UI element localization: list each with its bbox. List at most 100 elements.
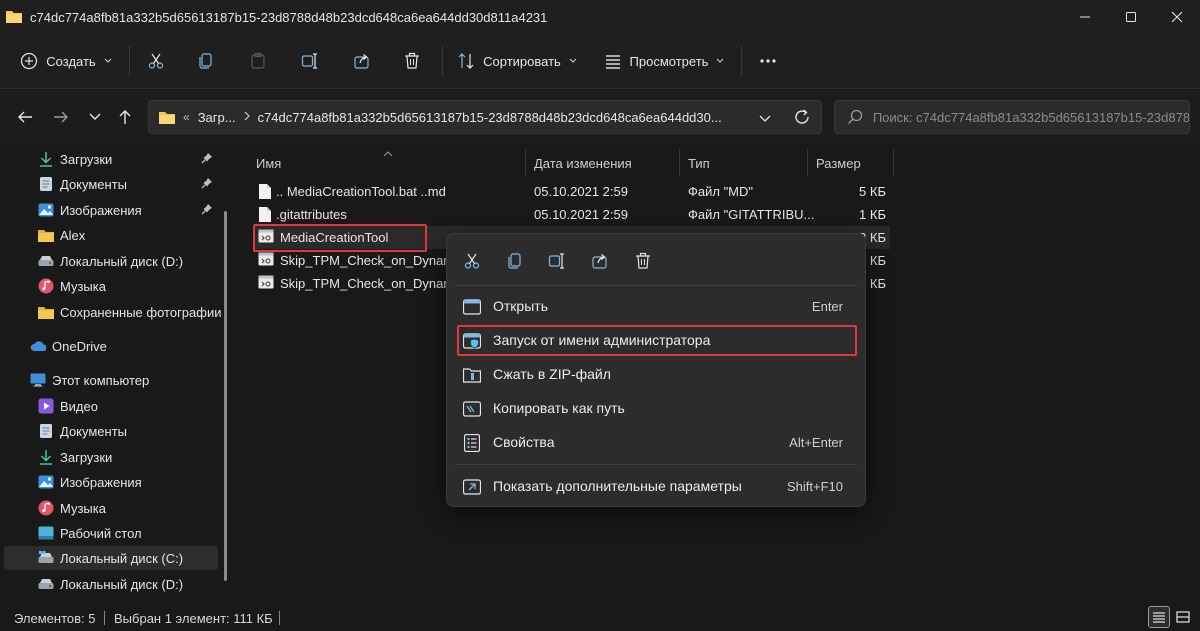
search-input[interactable] — [872, 109, 1189, 125]
column-date-label: Дата изменения — [534, 155, 632, 171]
arrow-left-icon — [18, 111, 32, 123]
create-button[interactable]: Создать — [14, 44, 118, 78]
sidebar-item-label: Изображения — [60, 474, 142, 490]
minimize-button[interactable] — [1062, 0, 1108, 34]
column-divider[interactable] — [525, 149, 526, 177]
menu-item-copy-path[interactable]: Копировать как путь — [455, 392, 857, 424]
up-button[interactable] — [110, 102, 140, 132]
context-delete-button[interactable] — [626, 248, 660, 274]
menu-item-zip[interactable]: Сжать в ZIP-файл — [455, 358, 857, 390]
sidebar-item-label: Локальный диск (C:) — [60, 550, 184, 566]
context-share-button[interactable] — [583, 248, 617, 274]
column-divider[interactable] — [893, 149, 894, 177]
recent-locations-button[interactable] — [80, 102, 110, 132]
sidebar-item-label: Видео — [60, 398, 98, 414]
item-count: Элементов: 5 — [14, 611, 96, 626]
sidebar-item-pictures[interactable]: Изображения — [0, 198, 222, 222]
sidebar-item-videos[interactable]: Видео — [0, 394, 222, 418]
menu-item-label: Открыть — [493, 298, 548, 314]
folder-icon — [38, 227, 54, 243]
sidebar-item-label: Alex — [60, 227, 86, 243]
sidebar-item-alex[interactable]: Alex — [0, 223, 222, 247]
file-size: 1 КБ — [859, 207, 886, 222]
overflow-chevron[interactable]: « — [183, 110, 190, 124]
address-dropdown-icon[interactable] — [759, 111, 771, 126]
share-button[interactable] — [346, 44, 378, 78]
chevron-down-icon — [104, 58, 112, 63]
refresh-icon[interactable] — [793, 108, 811, 129]
column-header-date[interactable]: Дата изменения — [534, 149, 632, 177]
menu-item-label: Показать дополнительные параметры — [493, 478, 742, 494]
close-button[interactable] — [1154, 0, 1200, 34]
menu-separator — [455, 464, 857, 465]
sidebar-item-drive-d[interactable]: Локальный диск (D:) — [0, 249, 222, 273]
file-row[interactable]: .. MediaCreationTool.bat ..md 05.10.2021… — [254, 180, 890, 203]
sort-button[interactable]: Сортировать — [452, 44, 582, 78]
menu-item-more-options[interactable]: Показать дополнительные параметры Shift+… — [455, 470, 857, 502]
scrollbar-thumb[interactable] — [224, 211, 227, 581]
column-header-type[interactable]: Тип — [688, 149, 710, 177]
sidebar-item-saved-photos[interactable]: Сохраненные фотографии — [0, 300, 222, 324]
sidebar-item-documents[interactable]: Документы — [0, 172, 222, 196]
file-name: .gitattributes — [276, 207, 347, 222]
column-header-size[interactable]: Размер — [816, 149, 861, 177]
view-button[interactable]: Просмотреть — [598, 44, 730, 78]
forward-button[interactable] — [46, 102, 76, 132]
sidebar-item-this-pc[interactable]: Этот компьютер — [0, 368, 222, 392]
sidebar-item-music[interactable]: Музыка — [0, 274, 222, 298]
sidebar-item-pictures-pc[interactable]: Изображения — [0, 470, 222, 494]
sidebar-item-onedrive[interactable]: OneDrive — [0, 334, 222, 358]
file-row[interactable]: .gitattributes 05.10.2021 2:59 Файл "GIT… — [254, 203, 890, 226]
sidebar-item-drive-d-pc[interactable]: Локальный диск (D:) — [0, 572, 222, 596]
sidebar-item-label: Этот компьютер — [52, 372, 150, 388]
context-copy-button[interactable] — [498, 248, 532, 274]
sidebar-item-documents-pc[interactable]: Документы — [0, 419, 222, 443]
sidebar-scrollbar[interactable] — [224, 157, 227, 581]
paste-button[interactable] — [242, 44, 274, 78]
column-divider[interactable] — [679, 149, 680, 177]
tiles-view-button[interactable] — [1172, 606, 1194, 628]
back-button[interactable] — [10, 102, 40, 132]
sidebar-item-label: Изображения — [60, 202, 142, 218]
sidebar-item-desktop[interactable]: Рабочий стол — [0, 521, 222, 545]
image-icon — [38, 202, 54, 218]
copy-button[interactable] — [190, 44, 222, 78]
command-bar: Создать Сортировать Просмотреть — [0, 34, 1200, 89]
divider — [741, 46, 742, 76]
context-cut-button[interactable] — [455, 248, 489, 274]
search-box[interactable] — [834, 100, 1190, 134]
column-divider[interactable] — [807, 149, 808, 177]
sidebar-item-downloads-pc[interactable]: Загрузки — [0, 445, 222, 469]
arrow-right-icon — [54, 111, 68, 123]
open-icon — [463, 298, 481, 316]
menu-item-label: Копировать как путь — [493, 400, 625, 416]
delete-button[interactable] — [396, 44, 428, 78]
more-button[interactable] — [752, 44, 784, 78]
sidebar-item-music-pc[interactable]: Музыка — [0, 496, 222, 520]
context-rename-button[interactable] — [540, 248, 574, 274]
column-header-name[interactable]: Имя — [256, 149, 281, 177]
details-view-button[interactable] — [1148, 606, 1170, 628]
address-bar[interactable]: « Загр... c74dc774a8fb81a332b5d65613187b… — [148, 100, 822, 134]
search-icon — [848, 109, 863, 124]
share-icon — [592, 254, 607, 269]
clipboard-icon — [251, 52, 265, 69]
desktop-icon — [38, 525, 54, 541]
file-icon — [258, 206, 272, 226]
rename-button[interactable] — [294, 44, 326, 78]
breadcrumb-current-folder[interactable]: c74dc774a8fb81a332b5d65613187b15-23d8788… — [258, 110, 722, 125]
menu-item-open[interactable]: Открыть Enter — [455, 290, 857, 322]
menu-item-label: Сжать в ZIP-файл — [493, 366, 611, 382]
cut-button[interactable] — [140, 44, 172, 78]
sidebar-item-downloads[interactable]: Загрузки — [0, 147, 222, 171]
download-icon — [38, 449, 54, 465]
menu-item-properties[interactable]: Свойства Alt+Enter — [455, 426, 857, 458]
file-size: 5 КБ — [859, 184, 886, 199]
file-type: Файл "GITATTRIBU... — [688, 207, 815, 222]
sidebar-item-drive-c[interactable]: Локальный диск (C:) — [4, 546, 218, 570]
maximize-button[interactable] — [1108, 0, 1154, 34]
sidebar-item-label: Музыка — [60, 278, 106, 294]
status-divider — [104, 611, 105, 625]
pin-icon — [201, 203, 213, 218]
breadcrumb-downloads[interactable]: Загр... — [198, 110, 236, 125]
